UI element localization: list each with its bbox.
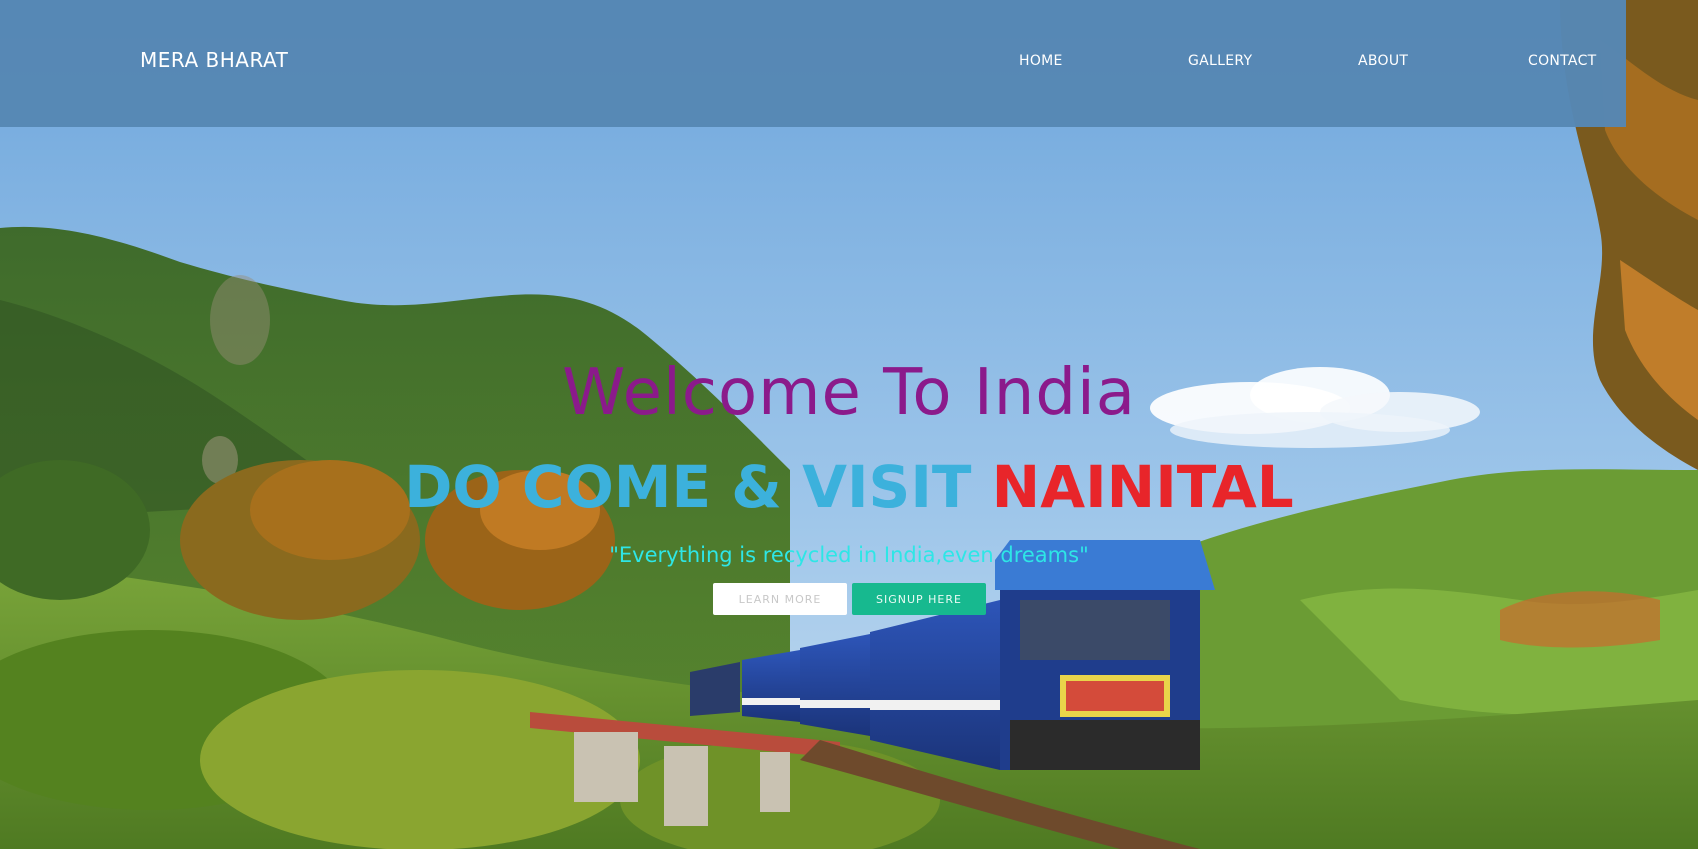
signup-button[interactable]: SIGNUP HERE — [852, 583, 986, 615]
page: MERA BHARAT HOME GALLERY ABOUT CONTACT W… — [0, 0, 1698, 849]
hero-title: Welcome To India — [562, 356, 1136, 430]
learn-more-button[interactable]: LEARN MORE — [713, 583, 847, 615]
hero-tagline: DO COME & VISIT NAINITAL — [0, 453, 1698, 521]
tagline-place-name: NAINITAL — [991, 453, 1294, 521]
hero-section: Welcome To India DO COME & VISIT NAINITA… — [0, 0, 1698, 849]
hero-quote: "Everything is recycled in India,even dr… — [609, 543, 1089, 567]
tagline-visit-text: DO COME & VISIT — [404, 453, 992, 521]
